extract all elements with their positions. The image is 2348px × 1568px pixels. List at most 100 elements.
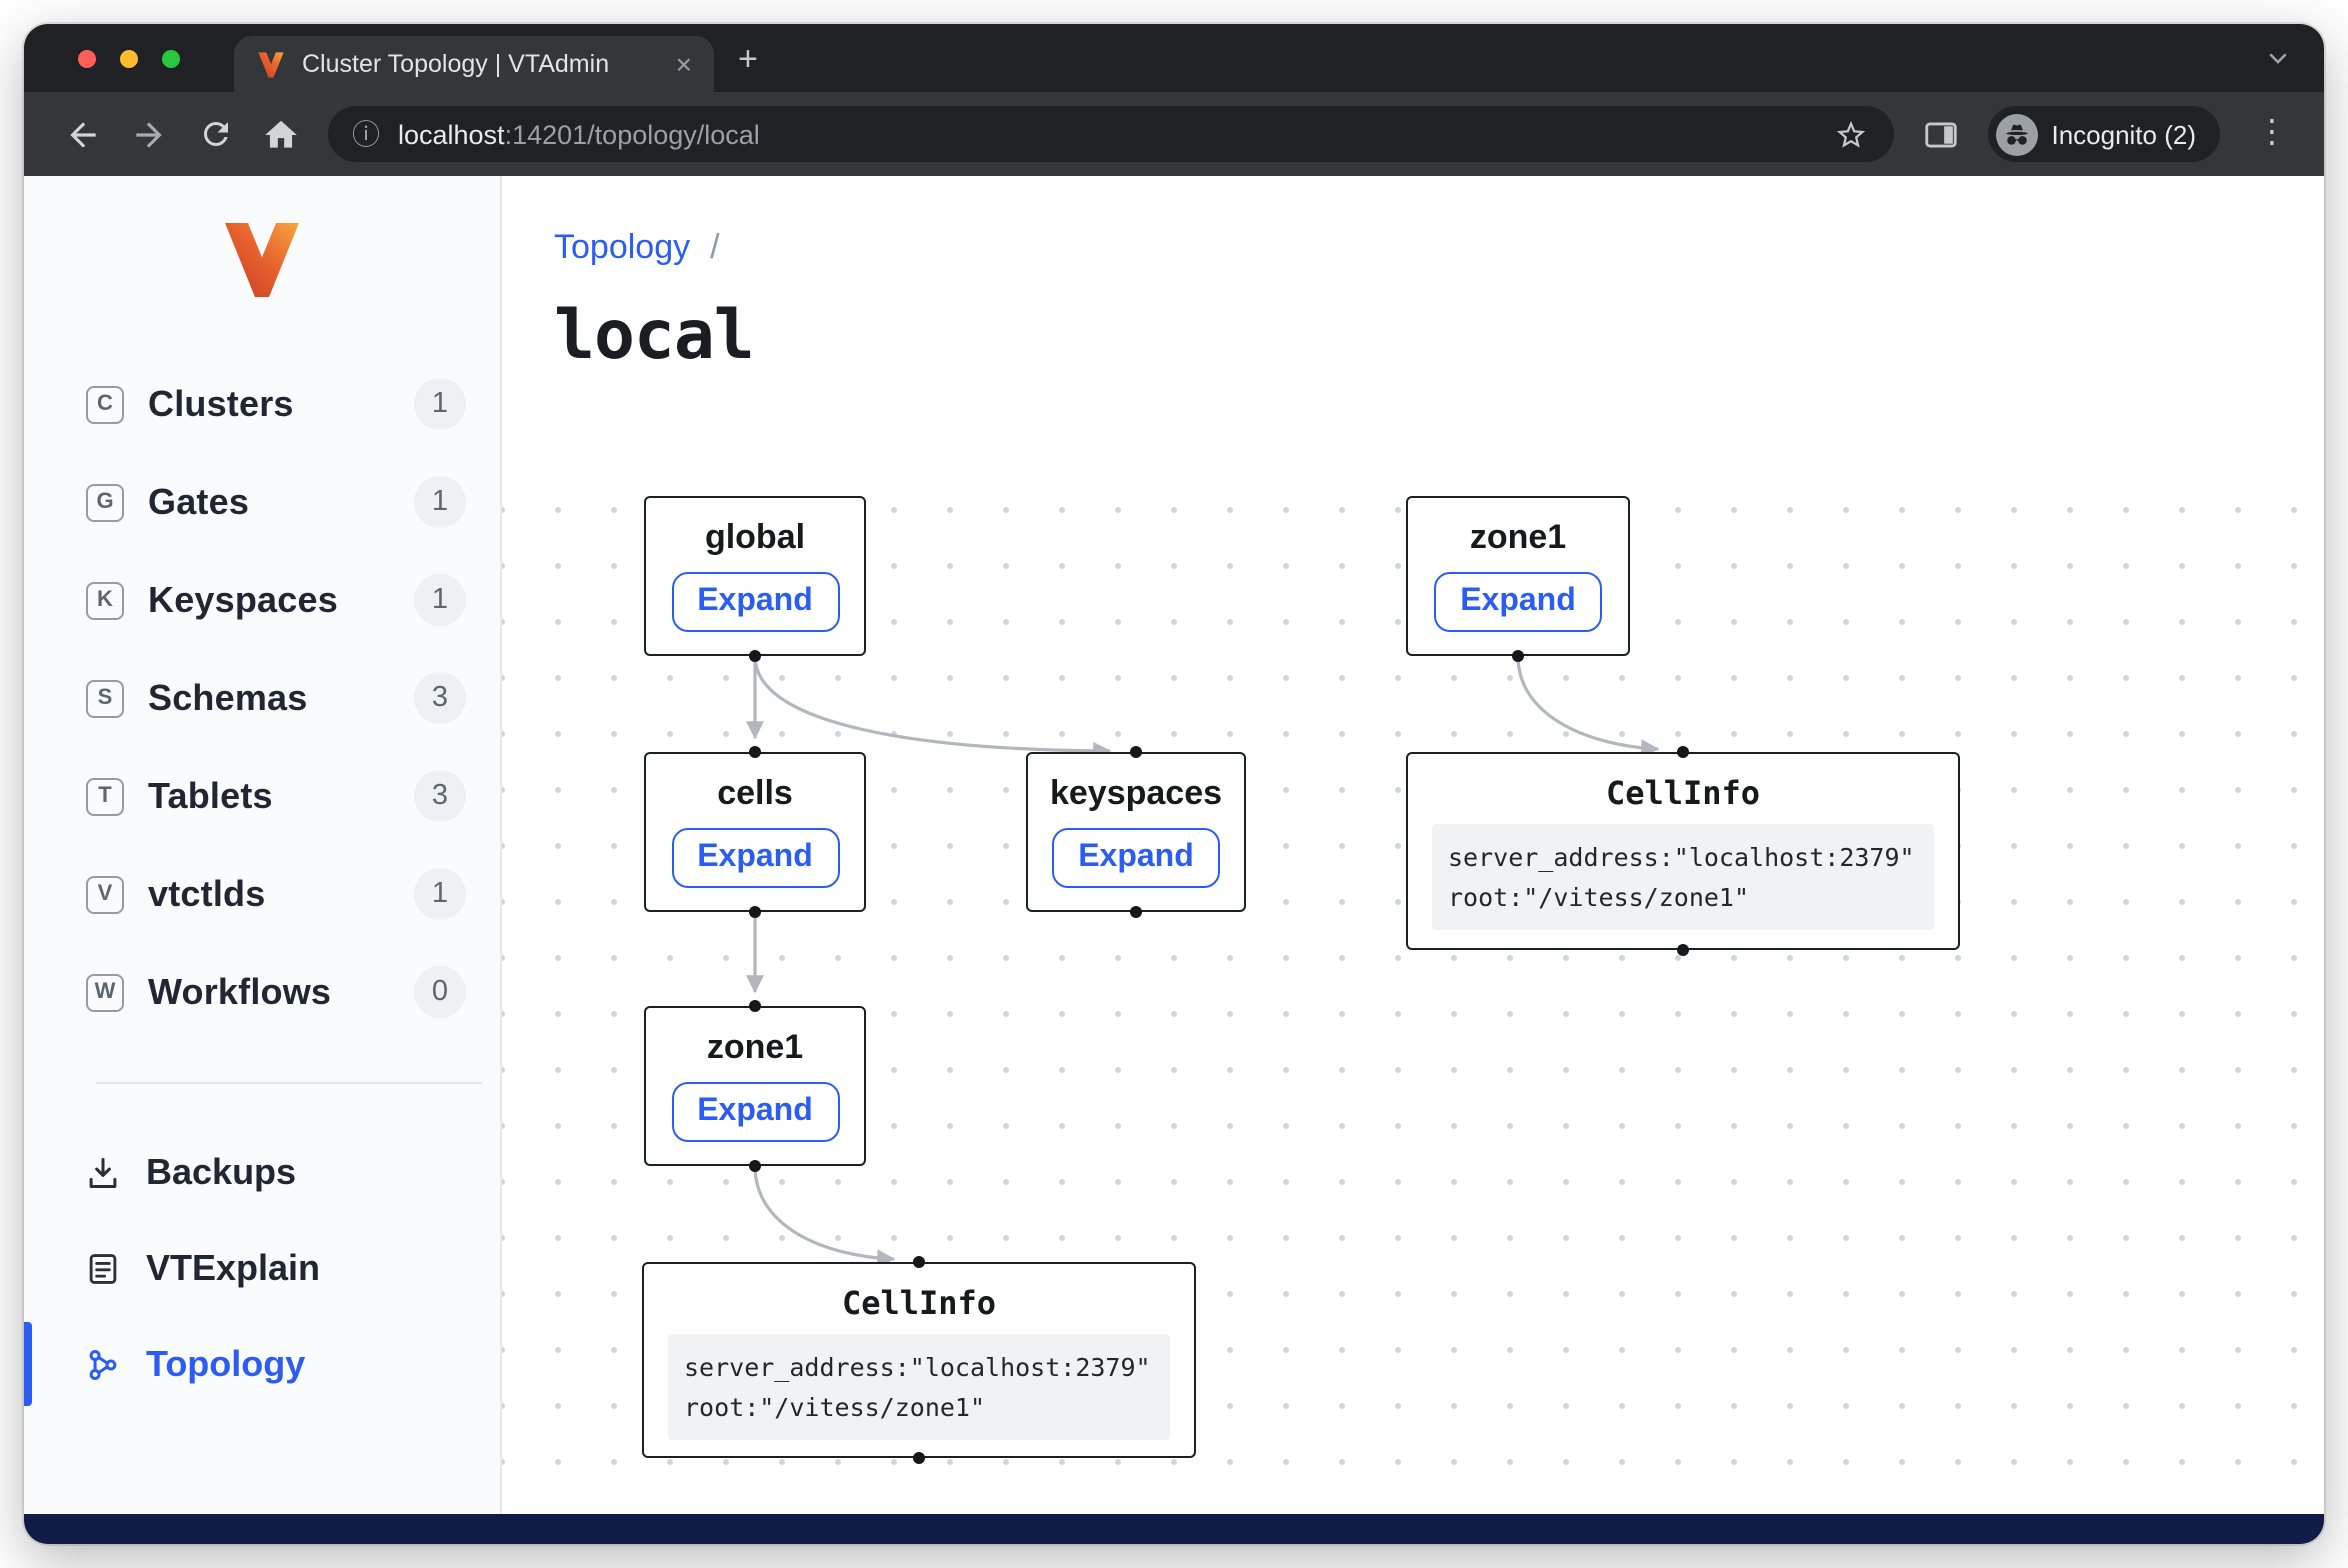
topology-node-cellinfo-right: CellInfo server_address:"localhost:2379"… xyxy=(1406,752,1960,950)
sidebar-item-label: vtctlds xyxy=(148,873,265,915)
sidebar-item-label: Schemas xyxy=(148,677,308,719)
topology-canvas[interactable]: global Expand zone1 Expand cells Expand … xyxy=(502,470,2324,1514)
close-window-button[interactable] xyxy=(78,49,96,67)
topology-node-keyspaces: keyspaces Expand xyxy=(1026,752,1246,912)
url-path: :14201/topology/local xyxy=(505,119,760,149)
expand-button-keyspaces[interactable]: Expand xyxy=(1052,829,1220,889)
tab-overflow-chevron-icon[interactable] xyxy=(2264,44,2292,72)
breadcrumb: Topology / xyxy=(554,228,2324,268)
node-title: CellInfo xyxy=(842,1284,996,1322)
back-icon[interactable] xyxy=(64,115,102,153)
bookmark-star-icon[interactable] xyxy=(1831,115,1869,153)
topology-node-zone1-top: zone1 Expand xyxy=(1406,496,1630,656)
sidebar-item-label: Keyspaces xyxy=(148,579,338,621)
tab-strip: Cluster Topology | VTAdmin × + xyxy=(24,24,2324,92)
browser-menu-icon[interactable]: ⋮ xyxy=(2248,118,2296,150)
count-badge: 1 xyxy=(414,574,466,626)
node-title: zone1 xyxy=(707,1028,803,1069)
vtexplain-icon xyxy=(82,1248,122,1288)
topology-icon xyxy=(82,1344,122,1384)
incognito-icon xyxy=(1995,113,2037,155)
cellinfo-code: server_address:"localhost:2379" root:"/v… xyxy=(668,1334,1170,1440)
sidebar-item-vtexplain[interactable]: VTExplain xyxy=(24,1232,500,1304)
sidebar-item-vtctlds[interactable]: V vtctlds 1 xyxy=(24,858,500,930)
sidebar-secondary-nav: Backups VTExplain Topology xyxy=(24,1136,500,1400)
topology-node-global: global Expand xyxy=(644,496,866,656)
node-title: cells xyxy=(717,774,793,815)
vtadmin-app: C Clusters 1 G Gates 1 K Keyspaces 1 S S… xyxy=(24,176,2324,1514)
expand-button-zone1-top[interactable]: Expand xyxy=(1434,573,1602,633)
tab-title: Cluster Topology | VTAdmin xyxy=(302,50,656,78)
browser-toolbar: ⓘ localhost:14201/topology/local Incogni… xyxy=(24,92,2324,176)
forward-icon[interactable] xyxy=(130,115,168,153)
topology-node-cellinfo-bottom: CellInfo server_address:"localhost:2379"… xyxy=(642,1262,1196,1458)
topology-node-zone1-lower: zone1 Expand xyxy=(644,1006,866,1166)
expand-button-global[interactable]: Expand xyxy=(671,573,839,633)
incognito-badge[interactable]: Incognito (2) xyxy=(1987,106,2220,162)
code-line: server_address:"localhost:2379" xyxy=(1448,838,1918,877)
sidebar-item-keyspaces[interactable]: K Keyspaces 1 xyxy=(24,564,500,636)
sidebar-item-label: Tablets xyxy=(148,775,273,817)
code-line: server_address:"localhost:2379" xyxy=(684,1348,1154,1387)
breadcrumb-topology-link[interactable]: Topology xyxy=(554,228,690,266)
sidebar-item-workflows[interactable]: W Workflows 0 xyxy=(24,956,500,1028)
breadcrumb-separator: / xyxy=(710,228,719,266)
window-controls xyxy=(78,49,180,67)
gates-letter-icon: G xyxy=(86,483,124,521)
home-icon[interactable] xyxy=(262,115,300,153)
tablets-letter-icon: T xyxy=(86,777,124,815)
sidebar-item-schemas[interactable]: S Schemas 3 xyxy=(24,662,500,734)
cellinfo-code: server_address:"localhost:2379" root:"/v… xyxy=(1432,824,1934,930)
url-text: localhost:14201/topology/local xyxy=(398,119,1813,149)
sidebar-item-label: Gates xyxy=(148,481,249,523)
zoom-window-button[interactable] xyxy=(162,49,180,67)
vitess-logo xyxy=(24,176,500,304)
node-title: keyspaces xyxy=(1050,774,1222,815)
node-title: zone1 xyxy=(1470,518,1566,559)
sidebar: C Clusters 1 G Gates 1 K Keyspaces 1 S S… xyxy=(24,176,502,1514)
clusters-letter-icon: C xyxy=(86,385,124,423)
sidebar-item-label: Clusters xyxy=(148,383,294,425)
url-host: localhost xyxy=(398,119,505,149)
count-badge: 1 xyxy=(414,378,466,430)
sidebar-item-label: Backups xyxy=(146,1151,296,1193)
sidebar-nav: C Clusters 1 G Gates 1 K Keyspaces 1 S S… xyxy=(24,368,500,1028)
active-indicator xyxy=(24,1322,32,1406)
site-info-icon[interactable]: ⓘ xyxy=(352,120,380,148)
count-badge: 0 xyxy=(414,966,466,1018)
sidebar-item-label: VTExplain xyxy=(146,1247,320,1289)
expand-button-zone1-lower[interactable]: Expand xyxy=(671,1083,839,1143)
backups-icon xyxy=(82,1152,122,1192)
schemas-letter-icon: S xyxy=(86,679,124,717)
count-badge: 3 xyxy=(414,672,466,724)
incognito-label: Incognito (2) xyxy=(2051,119,2196,149)
page-footer-bar xyxy=(24,1514,2324,1544)
code-line: root:"/vitess/zone1" xyxy=(684,1387,1154,1426)
new-tab-button[interactable]: + xyxy=(738,28,758,80)
vtctlds-letter-icon: V xyxy=(86,875,124,913)
node-title: CellInfo xyxy=(1606,774,1760,812)
reload-icon[interactable] xyxy=(196,115,234,153)
close-tab-icon[interactable]: × xyxy=(672,50,696,78)
expand-button-cells[interactable]: Expand xyxy=(671,829,839,889)
vitess-favicon-icon xyxy=(256,49,286,79)
sidebar-item-clusters[interactable]: C Clusters 1 xyxy=(24,368,500,440)
sidebar-item-topology[interactable]: Topology xyxy=(24,1328,500,1400)
code-line: root:"/vitess/zone1" xyxy=(1448,877,1918,916)
sidebar-item-gates[interactable]: G Gates 1 xyxy=(24,466,500,538)
count-badge: 3 xyxy=(414,770,466,822)
workflows-letter-icon: W xyxy=(86,973,124,1011)
sidebar-item-backups[interactable]: Backups xyxy=(24,1136,500,1208)
count-badge: 1 xyxy=(414,868,466,920)
minimize-window-button[interactable] xyxy=(120,49,138,67)
side-panel-icon[interactable] xyxy=(1921,115,1959,153)
browser-window: Cluster Topology | VTAdmin × + ⓘ local xyxy=(24,24,2324,1544)
count-badge: 1 xyxy=(414,476,466,528)
browser-tab[interactable]: Cluster Topology | VTAdmin × xyxy=(234,36,714,92)
address-bar[interactable]: ⓘ localhost:14201/topology/local xyxy=(328,106,1893,162)
node-title: global xyxy=(705,518,805,559)
nav-buttons xyxy=(64,115,300,153)
main-content: Topology/ local xyxy=(502,176,2324,1514)
sidebar-divider xyxy=(96,1082,482,1084)
sidebar-item-tablets[interactable]: T Tablets 3 xyxy=(24,760,500,832)
